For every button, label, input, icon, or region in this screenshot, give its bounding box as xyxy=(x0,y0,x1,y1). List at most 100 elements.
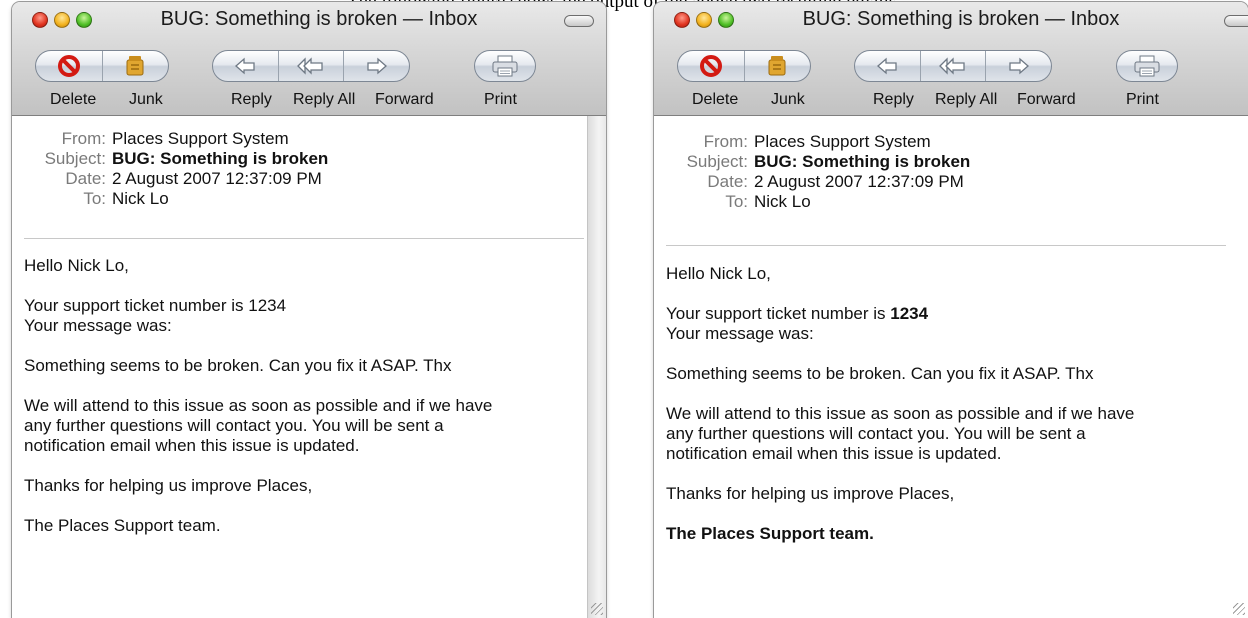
reply-arrow-icon xyxy=(877,57,897,75)
date-label: Date: xyxy=(707,172,748,191)
delete-button[interactable] xyxy=(678,51,744,81)
attend-line: notification email when this issue is up… xyxy=(666,444,1002,463)
ticket-text: Your support ticket number is xyxy=(666,304,891,323)
forward-button[interactable] xyxy=(343,51,409,81)
delete-junk-segment xyxy=(677,50,811,82)
subject-label: Subject: xyxy=(686,152,748,171)
junk-label[interactable]: Junk xyxy=(129,91,163,109)
message-label: Your message was: xyxy=(24,316,172,335)
ticket-paragraph: Your support ticket number is 1234 Your m… xyxy=(24,296,580,336)
header-from: From: Places Support System xyxy=(654,132,1226,152)
printer-icon xyxy=(1134,55,1160,77)
header-to: To: Nick Lo xyxy=(654,192,1226,212)
junk-label[interactable]: Junk xyxy=(771,91,805,109)
to-value[interactable]: Nick Lo xyxy=(754,192,811,212)
from-value[interactable]: Places Support System xyxy=(112,129,289,149)
print-button[interactable] xyxy=(1117,51,1177,81)
greeting: Hello Nick Lo, xyxy=(24,256,129,275)
reply-segment xyxy=(212,50,410,82)
quoted-message: Something seems to be broken. Can you fi… xyxy=(666,364,1094,383)
date-value: 2 August 2007 12:37:09 PM xyxy=(754,172,964,191)
thanks-line: Thanks for helping us improve Places, xyxy=(24,476,313,495)
attend-paragraph: We will attend to this issue as soon as … xyxy=(24,396,580,456)
signature: The Places Support team. xyxy=(666,524,874,543)
reply-arrow-icon xyxy=(235,57,255,75)
to-value[interactable]: Nick Lo xyxy=(112,189,169,209)
from-label: From: xyxy=(61,129,106,148)
window-titlebar: BUG: Something is broken — Inbox Delete … xyxy=(654,2,1248,116)
forward-arrow-icon xyxy=(367,57,387,75)
resize-grip-icon[interactable] xyxy=(591,603,603,615)
quoted-message: Something seems to be broken. Can you fi… xyxy=(24,356,452,375)
junk-bag-icon xyxy=(126,56,144,76)
no-entry-icon xyxy=(57,55,80,77)
subject-value: BUG: Something is broken xyxy=(754,152,971,171)
reply-all-label[interactable]: Reply All xyxy=(935,91,997,109)
message-headers: From: Places Support System Subject: BUG… xyxy=(654,132,1226,212)
vertical-scrollbar[interactable] xyxy=(587,116,606,618)
message-headers: From: Places Support System Subject: BUG… xyxy=(12,129,584,209)
attend-line: any further questions will contact you. … xyxy=(24,416,444,435)
toolbar-toggle-button[interactable] xyxy=(1224,15,1248,27)
message-label: Your message was: xyxy=(666,324,814,343)
forward-label[interactable]: Forward xyxy=(375,91,434,109)
reply-all-label[interactable]: Reply All xyxy=(293,91,355,109)
delete-label[interactable]: Delete xyxy=(692,91,738,109)
attend-line: We will attend to this issue as soon as … xyxy=(24,396,493,415)
reply-all-button[interactable] xyxy=(919,51,986,81)
ticket-number: 1234 xyxy=(248,296,287,315)
header-from: From: Places Support System xyxy=(12,129,584,149)
to-label: To: xyxy=(725,192,748,211)
from-value[interactable]: Places Support System xyxy=(754,132,931,152)
reply-label[interactable]: Reply xyxy=(231,91,272,109)
reply-button[interactable] xyxy=(213,51,278,81)
window-title: BUG: Something is broken — Inbox xyxy=(160,8,478,30)
delete-junk-segment xyxy=(35,50,169,82)
header-date: Date: 2 August 2007 12:37:09 PM xyxy=(12,169,584,189)
print-button[interactable] xyxy=(475,51,535,81)
print-segment xyxy=(1116,50,1178,82)
printer-icon xyxy=(492,55,518,77)
reply-label[interactable]: Reply xyxy=(873,91,914,109)
junk-button[interactable] xyxy=(101,51,169,81)
resize-grip-icon[interactable] xyxy=(1233,603,1245,615)
print-segment xyxy=(474,50,536,82)
ticket-text: Your support ticket number is xyxy=(24,296,249,315)
attend-paragraph: We will attend to this issue as soon as … xyxy=(666,404,1222,464)
attend-line: We will attend to this issue as soon as … xyxy=(666,404,1135,423)
print-label[interactable]: Print xyxy=(484,91,517,109)
junk-bag-icon xyxy=(768,56,786,76)
ticket-number: 1234 xyxy=(890,304,929,323)
forward-button[interactable] xyxy=(985,51,1051,81)
ticket-paragraph: Your support ticket number is 1234 Your m… xyxy=(666,304,1222,344)
no-entry-icon xyxy=(699,55,722,77)
reply-all-button[interactable] xyxy=(277,51,344,81)
reply-all-arrow-icon xyxy=(939,57,965,75)
reply-all-arrow-icon xyxy=(297,57,323,75)
delete-label[interactable]: Delete xyxy=(50,91,96,109)
forward-label[interactable]: Forward xyxy=(1017,91,1076,109)
from-label: From: xyxy=(703,132,748,151)
reply-button[interactable] xyxy=(855,51,920,81)
to-label: To: xyxy=(83,189,106,208)
attend-line: any further questions will contact you. … xyxy=(666,424,1086,443)
header-divider xyxy=(666,245,1226,246)
window-titlebar: BUG: Something is broken — Inbox Delete … xyxy=(12,2,606,116)
signature: The Places Support team. xyxy=(24,516,221,535)
toolbar-toggle-button[interactable] xyxy=(564,15,594,27)
delete-button[interactable] xyxy=(36,51,102,81)
header-to: To: Nick Lo xyxy=(12,189,584,209)
header-divider xyxy=(24,238,584,239)
header-subject: Subject: BUG: Something is broken xyxy=(654,152,1226,172)
subject-label: Subject: xyxy=(44,149,106,168)
message-body: Hello Nick Lo, Your support ticket numbe… xyxy=(666,264,1222,564)
junk-button[interactable] xyxy=(743,51,811,81)
thanks-line: Thanks for helping us improve Places, xyxy=(666,484,955,503)
message-body: Hello Nick Lo, Your support ticket numbe… xyxy=(24,256,580,556)
mail-window-plain: BUG: Something is broken — Inbox Delete … xyxy=(12,2,606,618)
date-label: Date: xyxy=(65,169,106,188)
print-label[interactable]: Print xyxy=(1126,91,1159,109)
window-title: BUG: Something is broken — Inbox xyxy=(802,8,1120,30)
attend-line: notification email when this issue is up… xyxy=(24,436,360,455)
reply-segment xyxy=(854,50,1052,82)
